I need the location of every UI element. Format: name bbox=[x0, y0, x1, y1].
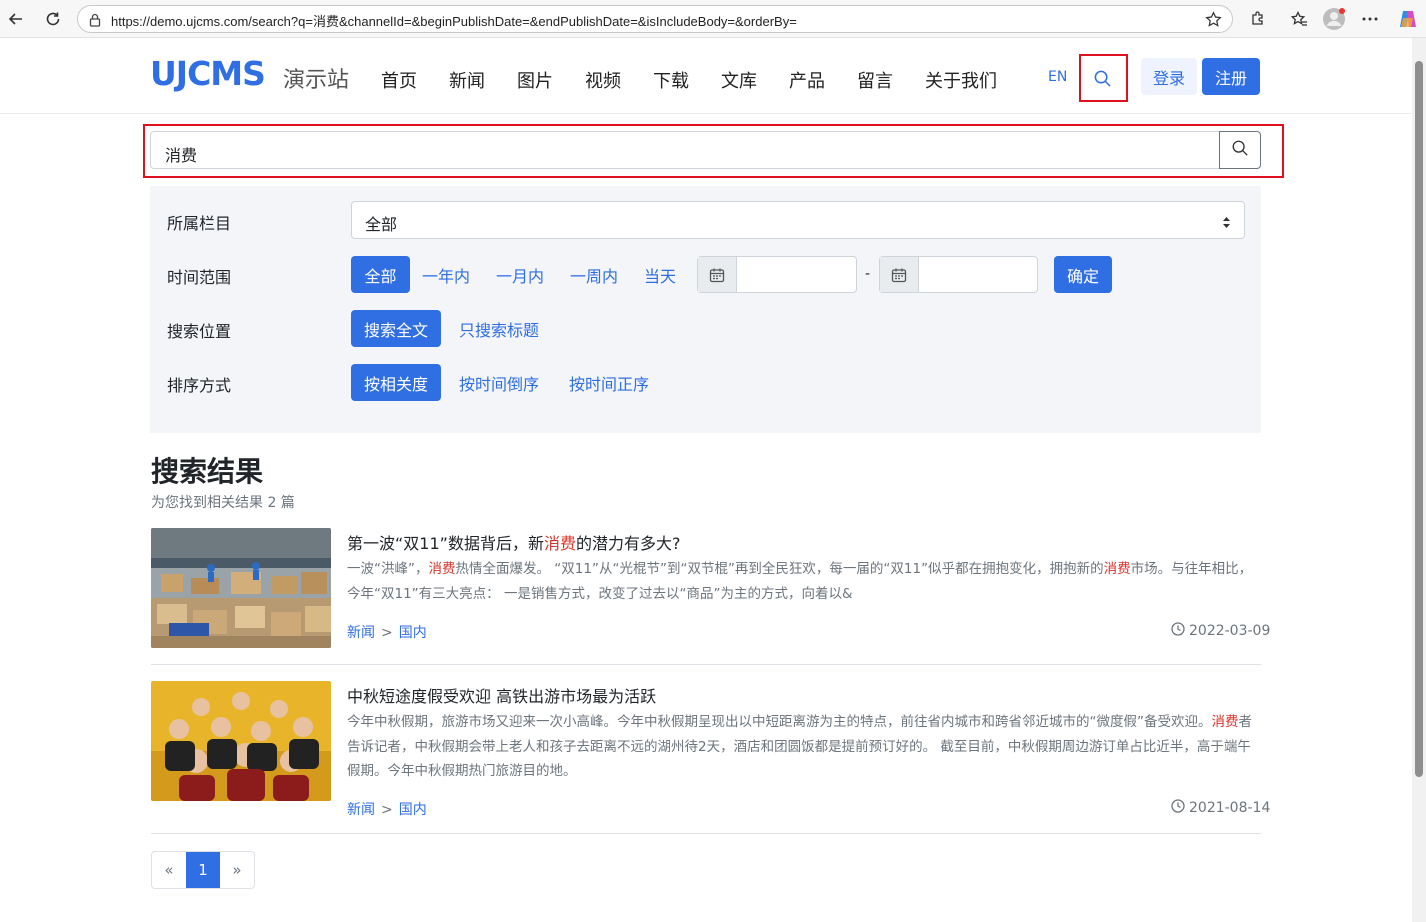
search-input[interactable]: 消费 bbox=[150, 131, 1220, 169]
site-logo[interactable]: UJCMS bbox=[150, 54, 266, 93]
breadcrumb-link-news[interactable]: 新闻 bbox=[347, 802, 375, 818]
page-scrollbar[interactable] bbox=[1412, 38, 1426, 922]
keyword-highlight: 消费 bbox=[428, 561, 456, 577]
language-switch[interactable]: EN bbox=[1048, 69, 1067, 85]
column-select[interactable]: 全部 bbox=[351, 201, 1245, 239]
time-option-all[interactable]: 全部 bbox=[351, 256, 410, 293]
calendar-icon bbox=[698, 257, 737, 292]
login-button[interactable]: 登录 bbox=[1141, 58, 1197, 95]
filter-label-position: 搜索位置 bbox=[167, 322, 232, 341]
begin-date-field[interactable] bbox=[697, 256, 857, 293]
site-logo-subtitle: 演示站 bbox=[283, 68, 350, 93]
pagination-prev[interactable]: « bbox=[152, 852, 186, 888]
url-text: https://demo.ujcms.com/search?q=消费&chann… bbox=[111, 14, 797, 29]
site-header: UJCMS 演示站 首页 新闻 图片 视频 下载 文库 产品 留言 关于我们 E… bbox=[0, 38, 1412, 114]
description-text: 热情全面爆发。 “双11”从“光棍节”到“双节棍”再到全民狂欢，每一届的“双11… bbox=[455, 561, 1104, 577]
result-title[interactable]: 第一波“双11”数据背后，新消费的潜力有多大? bbox=[347, 530, 680, 554]
divider bbox=[151, 664, 1261, 665]
result-title-text: 第一波“双11”数据背后，新 bbox=[347, 534, 544, 553]
calendar-icon bbox=[880, 257, 919, 292]
breadcrumb-link-news[interactable]: 新闻 bbox=[347, 625, 375, 641]
column-select-value: 全部 bbox=[365, 215, 398, 234]
time-option-year[interactable]: 一年内 bbox=[415, 256, 477, 293]
nav-item-home[interactable]: 首页 bbox=[381, 67, 417, 93]
nav-item-guestbook[interactable]: 留言 bbox=[857, 67, 893, 93]
keyword-highlight: 消费 bbox=[1211, 714, 1239, 730]
page: UJCMS 演示站 首页 新闻 图片 视频 下载 文库 产品 留言 关于我们 E… bbox=[0, 38, 1412, 922]
keyword-highlight: 消费 bbox=[1103, 561, 1131, 577]
order-option-time-desc[interactable]: 按时间倒序 bbox=[453, 364, 545, 401]
result-breadcrumb: 新闻 > 国内 bbox=[347, 622, 427, 642]
breadcrumb-link-domestic[interactable]: 国内 bbox=[399, 625, 427, 641]
filter-label-order: 排序方式 bbox=[167, 376, 232, 395]
nav-item-products[interactable]: 产品 bbox=[789, 67, 825, 93]
search-filters: 所属栏目 全部 时间范围 全部 一年内 一月内 一周内 当天 - 确定 搜索位置… bbox=[150, 186, 1261, 433]
clock-icon bbox=[1171, 622, 1185, 640]
pagination-next[interactable]: » bbox=[220, 852, 254, 888]
result-thumbnail[interactable] bbox=[151, 528, 331, 648]
result-date: 2022-03-09 bbox=[1171, 622, 1270, 640]
results-count: 为您找到相关结果 2 篇 bbox=[151, 495, 295, 511]
select-arrows-icon bbox=[1222, 214, 1231, 233]
time-option-month[interactable]: 一月内 bbox=[489, 256, 551, 293]
breadcrumb-separator: > bbox=[381, 802, 393, 818]
date-text: 2022-03-09 bbox=[1189, 623, 1271, 639]
pagination-page-current[interactable]: 1 bbox=[186, 852, 220, 888]
breadcrumb-link-domestic[interactable]: 国内 bbox=[399, 802, 427, 818]
lock-icon bbox=[88, 12, 102, 31]
order-option-relevance[interactable]: 按相关度 bbox=[351, 364, 441, 401]
order-option-time-asc[interactable]: 按时间正序 bbox=[563, 364, 655, 401]
confirm-date-button[interactable]: 确定 bbox=[1054, 256, 1112, 293]
results-heading: 搜索结果 bbox=[151, 455, 264, 488]
result-description: 一波“洪峰”，消费热情全面爆发。 “双11”从“光棍节”到“双节棍”再到全民狂欢… bbox=[347, 557, 1261, 606]
divider bbox=[151, 833, 1261, 834]
search-icon bbox=[1231, 139, 1249, 161]
address-bar[interactable]: https://demo.ujcms.com/search?q=消费&chann… bbox=[77, 5, 1233, 33]
nav-item-about[interactable]: 关于我们 bbox=[925, 67, 997, 93]
position-option-title[interactable]: 只搜索标题 bbox=[453, 310, 545, 347]
position-option-fulltext[interactable]: 搜索全文 bbox=[351, 310, 441, 347]
nav-item-library[interactable]: 文库 bbox=[721, 67, 757, 93]
scrollbar-thumb[interactable] bbox=[1415, 61, 1423, 777]
avatar[interactable] bbox=[1322, 7, 1346, 31]
copilot-icon[interactable] bbox=[1396, 7, 1420, 31]
nav-item-downloads[interactable]: 下载 bbox=[653, 67, 689, 93]
result-title-text: 的潜力有多大? bbox=[575, 534, 681, 553]
favorites-icon[interactable] bbox=[1287, 7, 1311, 31]
more-menu-icon[interactable] bbox=[1358, 7, 1382, 31]
time-option-week[interactable]: 一周内 bbox=[563, 256, 625, 293]
description-text: 一波“洪峰”， bbox=[347, 561, 429, 577]
result-date: 2021-08-14 bbox=[1171, 799, 1270, 817]
filter-label-time: 时间范围 bbox=[167, 268, 232, 287]
search-button[interactable] bbox=[1219, 131, 1261, 169]
back-icon[interactable] bbox=[4, 7, 28, 31]
nav-item-news[interactable]: 新闻 bbox=[449, 67, 485, 93]
date-separator: - bbox=[865, 266, 871, 282]
extensions-icon[interactable] bbox=[1246, 7, 1270, 31]
keyword-highlight: 消费 bbox=[543, 534, 576, 553]
filter-label-column: 所属栏目 bbox=[167, 214, 232, 233]
result-description: 今年中秋假期，旅游市场又迎来一次小高峰。今年中秋假期呈现出以中短距离游为主的特点… bbox=[347, 710, 1261, 784]
breadcrumb-separator: > bbox=[381, 625, 393, 641]
browser-toolbar: https://demo.ujcms.com/search?q=消费&chann… bbox=[0, 0, 1426, 38]
pagination: « 1 » bbox=[151, 851, 255, 889]
result-breadcrumb: 新闻 > 国内 bbox=[347, 799, 427, 819]
result-thumbnail[interactable] bbox=[151, 681, 331, 801]
end-date-field[interactable] bbox=[879, 256, 1038, 293]
register-button[interactable]: 注册 bbox=[1202, 58, 1260, 95]
result-title[interactable]: 中秋短途度假受欢迎 高铁出游市场最为活跃 bbox=[347, 683, 656, 707]
favorite-star-icon[interactable] bbox=[1205, 11, 1222, 32]
date-text: 2021-08-14 bbox=[1189, 800, 1271, 816]
description-text: 今年中秋假期，旅游市场又迎来一次小高峰。今年中秋假期呈现出以中短距离游为主的特点… bbox=[347, 714, 1212, 730]
clock-icon bbox=[1171, 799, 1185, 817]
nav-item-videos[interactable]: 视频 bbox=[585, 67, 621, 93]
nav-item-images[interactable]: 图片 bbox=[517, 67, 553, 93]
reload-icon[interactable] bbox=[41, 7, 65, 31]
search-icon[interactable] bbox=[1093, 69, 1112, 92]
time-option-today[interactable]: 当天 bbox=[637, 256, 683, 293]
